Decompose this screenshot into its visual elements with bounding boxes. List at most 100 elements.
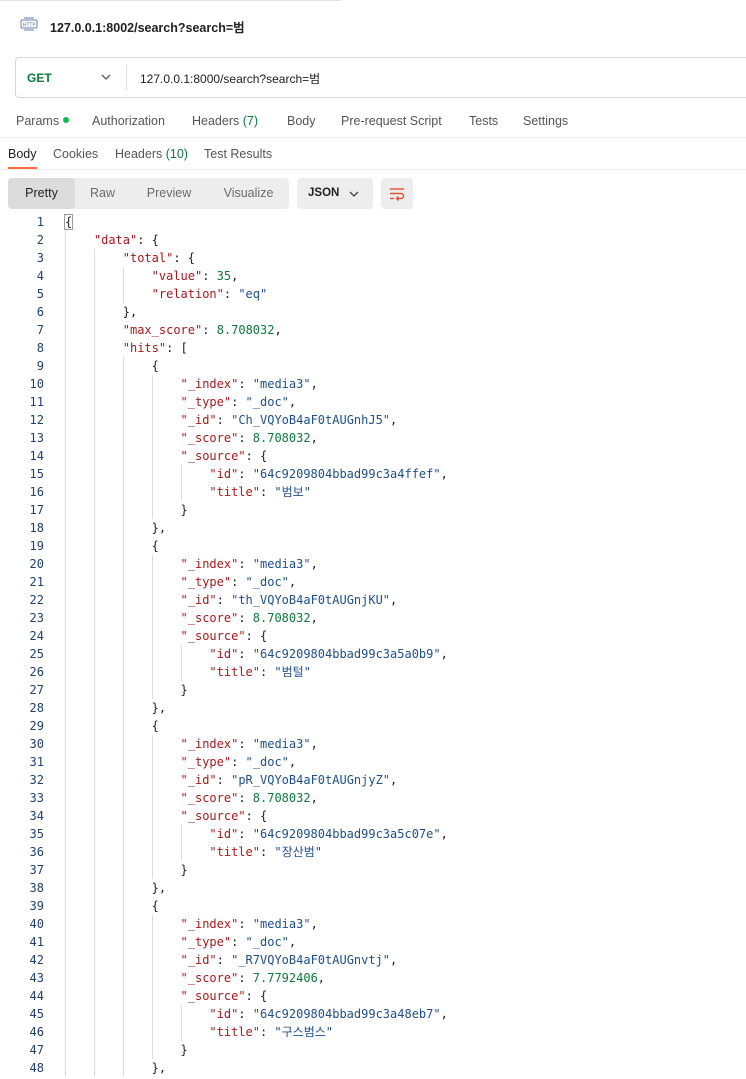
tab-label: Body [8, 147, 37, 161]
code-line: 22 "_id": "th_VQYoB4aF0tAUGnjKU", [0, 591, 746, 609]
chevron-down-icon[interactable] [100, 71, 112, 83]
url-input[interactable]: 127.0.0.1:8000/search?search=범 [140, 70, 320, 87]
view-pretty-button[interactable]: Pretty [8, 178, 75, 209]
tab-tests[interactable]: Tests [469, 114, 498, 128]
json-number: 8.708032 [252, 611, 311, 625]
json-string: "_doc" [245, 395, 289, 409]
json-punctuation: : [238, 1007, 253, 1021]
json-punctuation: : [231, 755, 246, 769]
json-key: "id" [209, 647, 239, 661]
json-punctuation: , [310, 431, 318, 445]
tab-body[interactable]: Body [287, 114, 316, 128]
code-text: "_type": "_doc", [181, 573, 297, 591]
json-punctuation: , [310, 737, 318, 751]
response-body-viewer[interactable]: 1{2 "data": {3 "total": {4 "value": 35, 5 "re… [0, 213, 746, 1079]
code-line: 34 "_source": { [0, 807, 746, 825]
json-punctuation: , [440, 1007, 448, 1021]
json-string: "64c9209804bbad99c3a4ffef" [252, 467, 441, 481]
response-tab-cookies[interactable]: Cookies [53, 147, 98, 161]
code-text: } [181, 681, 188, 699]
code-line: 7 "max_score": 8.708032, [0, 321, 746, 339]
json-string: "64c9209804bbad99c3a48eb7" [252, 1007, 441, 1021]
code-text: "_id": "Ch_VQYoB4aF0tAUGnhJ5", [181, 411, 398, 429]
indent-guide [152, 735, 153, 879]
code-text: { [152, 897, 159, 915]
code-text: "id": "64c9209804bbad99c3a4ffef", [209, 465, 447, 483]
tab-headers[interactable]: Headers (7) [192, 114, 258, 128]
json-punctuation: { [151, 899, 159, 913]
line-number: 8 [36, 341, 44, 355]
tab-authorization[interactable]: Authorization [92, 114, 165, 128]
json-punctuation: : [259, 665, 275, 679]
wrap-lines-button[interactable] [381, 178, 413, 209]
json-number: 8.708032 [252, 791, 311, 805]
code-line: 20 "_index": "media3", [0, 555, 746, 573]
code-line: 48}, [0, 1059, 746, 1077]
http-request-icon: HTTP [20, 17, 38, 31]
json-punctuation: } [180, 503, 188, 517]
tab-settings[interactable]: Settings [523, 114, 568, 128]
line-number: 37 [29, 863, 44, 877]
json-key: "_id" [180, 773, 217, 787]
code-line: 32 "_id": "pR_VQYoB4aF0tAUGnjyZ", [0, 771, 746, 789]
tab-pre-request-script[interactable]: Pre-request Script [341, 114, 442, 128]
response-tab-body[interactable]: Body [8, 147, 37, 161]
line-number: 24 [29, 629, 44, 643]
tab-label: Tests [469, 114, 499, 128]
code-line: 30 "_index": "media3", [0, 735, 746, 753]
view-visualize-button[interactable]: Visualize [208, 178, 289, 209]
code-text: }, [152, 879, 166, 897]
code-line: 23 "_score": 8.708032, [0, 609, 746, 627]
code-line: 39 { [0, 897, 746, 915]
json-key: "_type" [180, 755, 232, 769]
code-line: 5 "relation": "eq" [0, 285, 746, 303]
json-punctuation: : { [137, 233, 159, 247]
request-title-bar: HTTP 127.0.0.1:8002/search?search=범 [0, 0, 746, 50]
json-punctuation: : [238, 377, 253, 391]
line-number: 42 [29, 953, 44, 967]
code-text: }, [152, 519, 166, 537]
json-key: "title" [209, 485, 260, 499]
json-key: "total" [122, 251, 174, 265]
line-number: 40 [29, 917, 44, 931]
line-number: 48 [29, 1061, 44, 1075]
json-punctuation: : [231, 395, 246, 409]
request-title[interactable]: 127.0.0.1:8002/search?search=범 [50, 17, 245, 36]
view-preview-button[interactable]: Preview [130, 178, 208, 209]
code-line: 26 "title": "범털" [0, 663, 746, 681]
format-select[interactable]: JSON [297, 178, 373, 209]
json-string: "_doc" [245, 755, 289, 769]
json-punctuation: }, [151, 521, 167, 535]
code-line: 38}, [0, 879, 746, 897]
code-text: "_type": "_doc", [181, 933, 297, 951]
json-punctuation: }, [151, 701, 167, 715]
view-raw-button[interactable]: Raw [75, 178, 130, 209]
code-text: "_source": { [181, 627, 268, 645]
line-number: 28 [29, 701, 44, 715]
response-tab-headers[interactable]: Headers (10) [115, 147, 188, 161]
code-text: }, [152, 699, 166, 717]
code-line: 19 { [0, 537, 746, 555]
tab-label: Authorization [92, 114, 165, 128]
code-text: { [152, 357, 159, 375]
code-line: 46 "title": "구스범스" [0, 1023, 746, 1041]
tab-params[interactable]: Params [16, 114, 70, 128]
json-string: "구스범스" [274, 1025, 334, 1039]
json-key: "_source" [180, 629, 246, 643]
json-punctuation: } [180, 863, 188, 877]
json-punctuation: : [238, 971, 253, 985]
json-punctuation: : { [173, 251, 196, 265]
code-line: 47} [0, 1041, 746, 1059]
http-method-select[interactable]: GET [27, 71, 52, 85]
code-line: 44 "_source": { [0, 987, 746, 1005]
json-number: 7.7792406 [252, 971, 318, 985]
code-text: "title": "범털" [209, 663, 311, 681]
response-tab-test-results[interactable]: Test Results [204, 147, 272, 161]
line-number: 2 [36, 233, 44, 247]
tab-label: Headers [192, 114, 240, 128]
code-line: 12 "_id": "Ch_VQYoB4aF0tAUGnhJ5", [0, 411, 746, 429]
json-string: "_doc" [245, 935, 289, 949]
code-line: 41 "_type": "_doc", [0, 933, 746, 951]
json-punctuation: : [259, 845, 275, 859]
code-line: 1{ [0, 213, 746, 231]
